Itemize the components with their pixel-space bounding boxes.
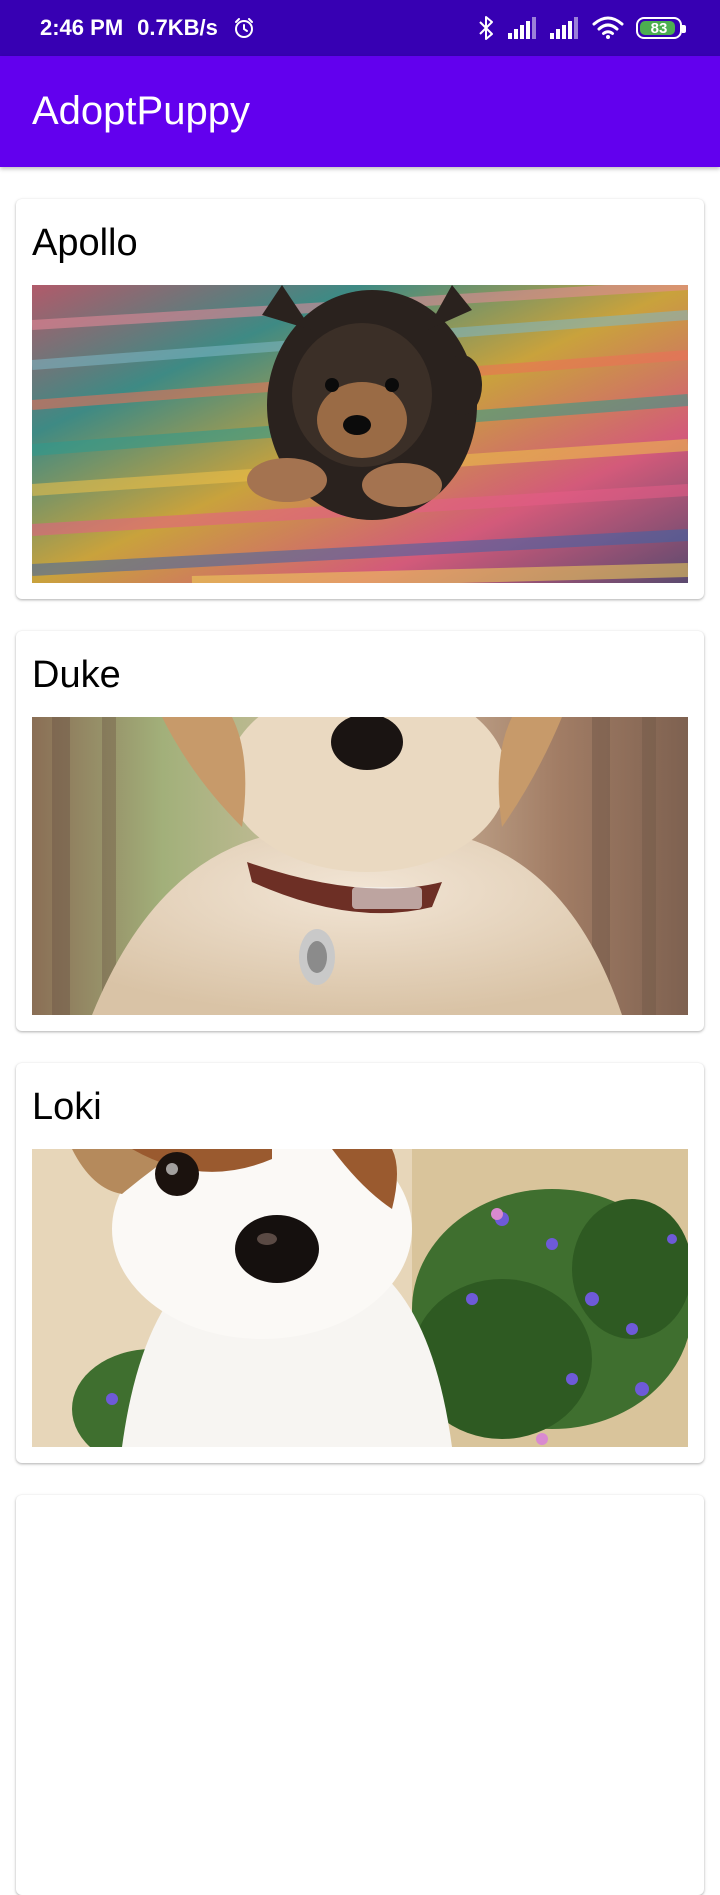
status-network-speed: 0.7KB/s [137,15,218,40]
status-time: 2:46 PM [40,15,124,40]
puppy-photo [32,285,688,583]
battery-level: 83 [650,19,668,37]
puppy-name: Apollo [32,222,138,264]
puppy-photo [32,717,688,1015]
status-bar: 2:46 PM 0.7KB/s 83 [0,0,720,56]
wifi-icon [592,16,624,40]
signal-icon [550,17,580,39]
app-title: AdoptPuppy [32,89,250,133]
puppy-photo [32,1149,688,1447]
puppy-card[interactable]: Loki [16,1063,704,1463]
battery-icon: 83 [636,17,686,39]
puppy-name: Loki [32,1086,102,1128]
alarm-icon [232,16,256,40]
puppy-name: Duke [32,654,121,696]
signal-icon [508,17,538,39]
bluetooth-icon [476,15,496,41]
puppy-card[interactable]: Apollo [16,199,704,599]
puppy-card[interactable] [16,1495,704,1895]
puppy-card[interactable]: Duke [16,631,704,1031]
app-bar: AdoptPuppy [0,56,720,167]
